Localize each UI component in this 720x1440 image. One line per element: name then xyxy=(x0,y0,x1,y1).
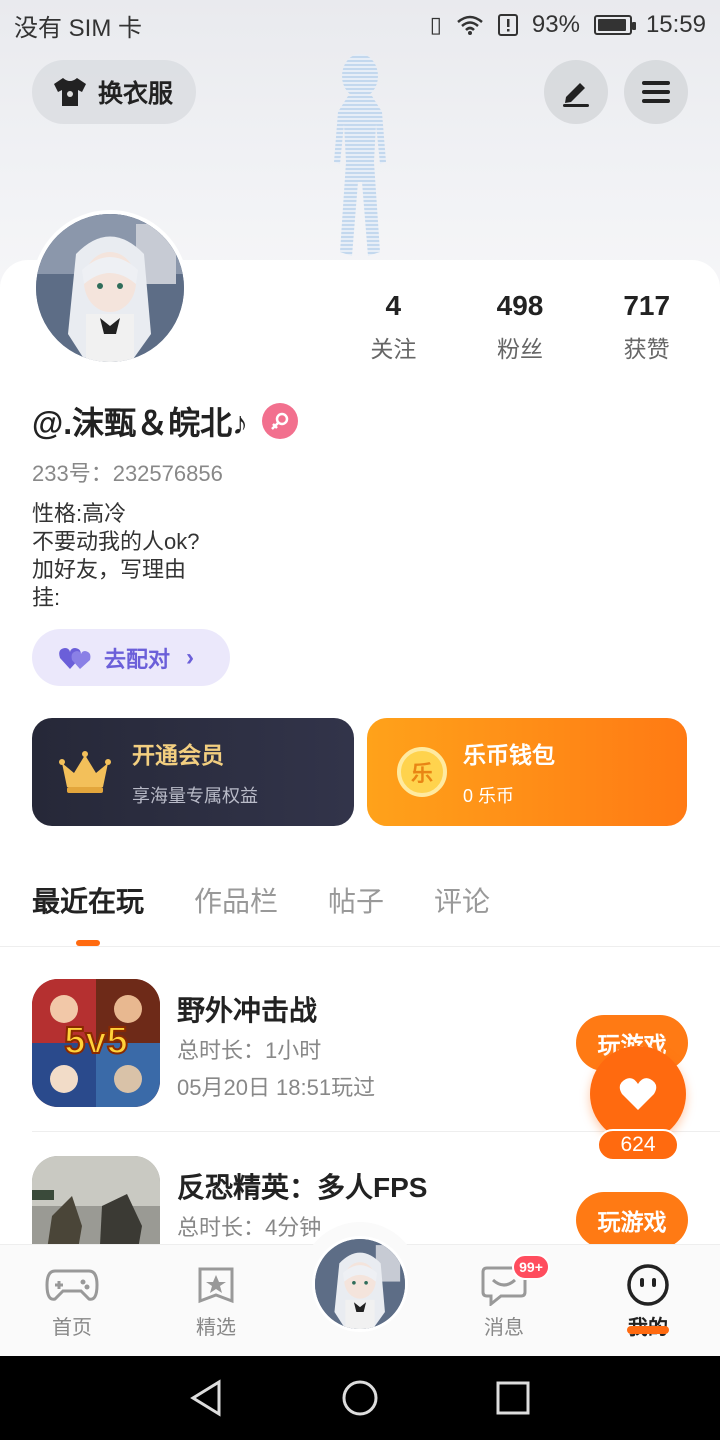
back-icon[interactable] xyxy=(187,1378,227,1418)
tab-works[interactable]: 作品栏 xyxy=(194,880,278,920)
tab-recently-played[interactable]: 最近在玩 xyxy=(32,880,144,920)
center-avatar-button[interactable] xyxy=(312,1236,408,1332)
edit-icon xyxy=(563,83,589,107)
coin-icon: 乐 xyxy=(397,747,447,797)
bio-line: 加好友，写理由 xyxy=(32,557,187,582)
clock: 15:59 xyxy=(645,11,706,38)
like-count: 624 xyxy=(597,1129,679,1161)
play-game-button[interactable]: 玩游戏 xyxy=(576,1192,688,1244)
anime-girl-avatar-image xyxy=(36,214,184,362)
nav-messages-label: 消息 xyxy=(484,1317,524,1339)
bio: 性格:高冷 不要动我的人ok? 加好友，写理由 挂: xyxy=(32,500,199,612)
following-stat[interactable]: 4 关注 xyxy=(330,290,457,364)
nav-home[interactable]: 首页 xyxy=(22,1245,122,1340)
nav-featured-label: 精选 xyxy=(196,1317,236,1339)
followers-label: 粉丝 xyxy=(497,336,543,362)
chevron-right-icon: › xyxy=(186,643,195,671)
wallet-card[interactable]: 乐 乐币钱包 0 乐币 xyxy=(367,718,687,826)
battery-icon xyxy=(593,15,636,35)
game-icon xyxy=(32,1156,160,1244)
gamepad-icon xyxy=(45,1269,99,1301)
game-icon-text: 5v5 xyxy=(64,1020,127,1062)
nav-featured[interactable]: 精选 xyxy=(166,1245,266,1340)
menu-icon xyxy=(642,81,670,103)
bio-line: 挂: xyxy=(32,585,61,610)
game-last-played: 05月20日 18:51玩过 xyxy=(177,1075,376,1100)
avatar-figure[interactable] xyxy=(300,52,420,262)
game-icon: 5v5 xyxy=(32,979,160,1107)
bio-line: 不要动我的人ok? xyxy=(32,529,200,554)
heart-icon xyxy=(619,1078,657,1110)
system-navigation-bar xyxy=(0,1356,720,1440)
profile-tabs: 最近在玩 作品栏 帖子 评论 xyxy=(32,880,490,920)
tabs-divider xyxy=(0,946,720,947)
profile-stats: 4 关注 498 粉丝 717 获赞 xyxy=(330,290,710,364)
game-duration: 总时长：4分钟 xyxy=(177,1215,322,1240)
vip-title: 开通会员 xyxy=(132,742,224,768)
tab-comments[interactable]: 评论 xyxy=(434,880,490,920)
like-button[interactable] xyxy=(590,1046,686,1142)
likes-stat[interactable]: 717 获赞 xyxy=(583,290,710,364)
coin-glyph: 乐 xyxy=(410,761,433,786)
user-id: 233号：232576856 xyxy=(32,461,223,486)
username: @.沫甄＆皖北♪ xyxy=(32,405,249,441)
star-icon xyxy=(198,1267,234,1304)
battery-fill xyxy=(597,19,626,31)
nav-home-label: 首页 xyxy=(52,1317,92,1339)
status-bar: 没有 SIM 卡 ▯ 93% 15:59 xyxy=(0,0,720,50)
vibrate-icon: ▯ xyxy=(429,12,442,37)
double-heart-icon xyxy=(59,647,91,669)
vip-subtitle: 享海量专属权益 xyxy=(132,786,258,806)
profile-avatar[interactable] xyxy=(32,210,188,366)
tshirt-icon xyxy=(54,78,86,106)
following-label: 关注 xyxy=(370,336,417,362)
game-title: 野外冲击战 xyxy=(177,995,318,1026)
match-button[interactable]: 去配对 › xyxy=(32,629,230,686)
bio-line: 性格:高冷 xyxy=(32,501,127,526)
followers-stat[interactable]: 498 粉丝 xyxy=(457,290,584,364)
anime-girl-avatar-image xyxy=(315,1239,405,1329)
active-nav-indicator xyxy=(627,1326,669,1334)
match-label: 去配对 xyxy=(104,646,171,672)
likes-label: 获赞 xyxy=(623,336,670,362)
crown-icon xyxy=(59,751,111,793)
change-outfit-label: 换衣服 xyxy=(98,80,174,108)
username-row: @.沫甄＆皖北♪ xyxy=(32,398,299,444)
message-badge: 99+ xyxy=(512,1254,550,1280)
game-duration: 总时长：1小时 xyxy=(177,1038,322,1063)
likes-count: 717 xyxy=(623,290,671,321)
vip-card[interactable]: 开通会员 享海量专属权益 xyxy=(32,718,354,826)
face-icon xyxy=(627,1264,669,1306)
game-title: 反恐精英：多人FPS xyxy=(177,1172,428,1203)
menu-button[interactable] xyxy=(624,60,688,124)
alert-icon xyxy=(497,14,518,36)
wallet-balance: 0 乐币 xyxy=(463,786,515,806)
recents-icon[interactable] xyxy=(493,1378,533,1418)
wifi-icon xyxy=(457,15,483,35)
carrier-text: 没有 SIM 卡 xyxy=(14,14,143,42)
following-count: 4 xyxy=(385,290,402,321)
edit-profile-button[interactable] xyxy=(544,60,608,124)
followers-count: 498 xyxy=(496,290,544,321)
change-outfit-button[interactable]: 换衣服 xyxy=(32,60,196,124)
tab-posts[interactable]: 帖子 xyxy=(328,880,384,920)
wallet-title: 乐币钱包 xyxy=(463,742,555,768)
battery-percent: 93% xyxy=(531,11,580,38)
female-gender-icon xyxy=(262,403,299,439)
home-icon[interactable] xyxy=(340,1378,380,1418)
